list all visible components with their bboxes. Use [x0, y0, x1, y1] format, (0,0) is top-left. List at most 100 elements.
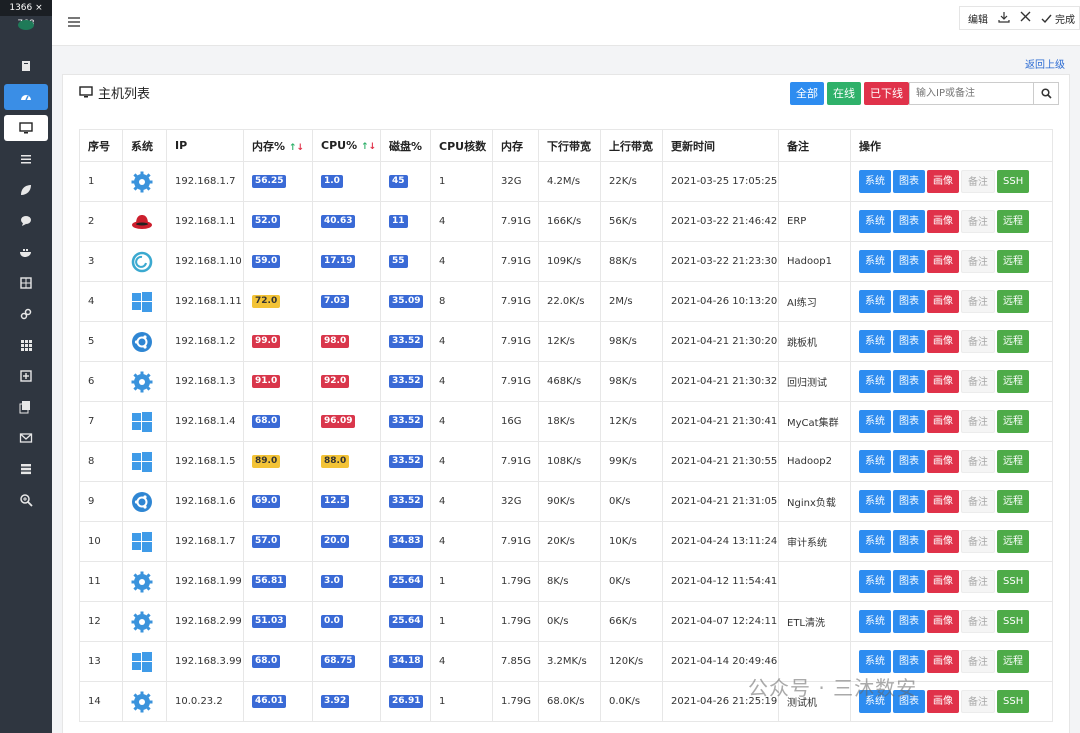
remote-button[interactable]: 远程 [997, 450, 1029, 473]
note-button[interactable]: 备注 [961, 690, 995, 713]
download-icon[interactable] [998, 11, 1010, 26]
filter-online-button[interactable]: 在线 [827, 82, 861, 105]
system-button[interactable]: 系统 [859, 450, 891, 473]
note-button[interactable]: 备注 [961, 530, 995, 553]
note-button[interactable]: 备注 [961, 450, 995, 473]
ssh-button[interactable]: SSH [997, 690, 1030, 713]
system-button[interactable]: 系统 [859, 170, 891, 193]
dashboard-icon[interactable] [4, 84, 48, 110]
image-button[interactable]: 画像 [927, 250, 959, 273]
chart-button[interactable]: 图表 [893, 330, 925, 353]
mail-icon[interactable] [4, 425, 48, 451]
server-icon[interactable] [4, 456, 48, 482]
image-button[interactable]: 画像 [927, 490, 959, 513]
chart-button[interactable]: 图表 [893, 570, 925, 593]
system-button[interactable]: 系统 [859, 210, 891, 233]
sort-down-icon[interactable]: ↓ [368, 142, 376, 152]
image-button[interactable]: 画像 [927, 690, 959, 713]
plus-square-icon[interactable] [4, 363, 48, 389]
system-button[interactable]: 系统 [859, 410, 891, 433]
image-button[interactable]: 画像 [927, 330, 959, 353]
system-button[interactable]: 系统 [859, 530, 891, 553]
remote-button[interactable]: 远程 [997, 250, 1029, 273]
remote-button[interactable]: 远程 [997, 490, 1029, 513]
monitor-icon[interactable] [4, 115, 48, 141]
note-button[interactable]: 备注 [961, 370, 995, 393]
chart-button[interactable]: 图表 [893, 410, 925, 433]
chart-button[interactable]: 图表 [893, 650, 925, 673]
search-input[interactable] [910, 83, 1033, 104]
chart-button[interactable]: 图表 [893, 530, 925, 553]
remote-button[interactable]: 远程 [997, 370, 1029, 393]
note-button[interactable]: 备注 [961, 570, 995, 593]
row-ops: 系统 图表 画像 备注 远程 [850, 401, 1053, 442]
system-button[interactable]: 系统 [859, 370, 891, 393]
close-icon[interactable] [1020, 11, 1031, 25]
copy-icon[interactable] [4, 394, 48, 420]
image-button[interactable]: 画像 [927, 210, 959, 233]
ssh-button[interactable]: SSH [997, 570, 1030, 593]
docker-icon[interactable] [4, 239, 48, 265]
note-button[interactable]: 备注 [961, 210, 995, 233]
book-icon[interactable] [4, 53, 48, 79]
chart-button[interactable]: 图表 [893, 250, 925, 273]
table-icon[interactable] [4, 270, 48, 296]
zoom-in-icon[interactable] [4, 487, 48, 513]
note-button[interactable]: 备注 [961, 170, 995, 193]
chart-button[interactable]: 图表 [893, 490, 925, 513]
menu-toggle-icon[interactable] [68, 17, 80, 27]
leaf-icon[interactable] [4, 177, 48, 203]
system-button[interactable]: 系统 [859, 570, 891, 593]
edit-button[interactable]: 编辑 [968, 11, 988, 26]
remote-button[interactable]: 远程 [997, 410, 1029, 433]
chart-button[interactable]: 图表 [893, 370, 925, 393]
image-button[interactable]: 画像 [927, 370, 959, 393]
chart-button[interactable]: 图表 [893, 170, 925, 193]
image-button[interactable]: 画像 [927, 170, 959, 193]
system-button[interactable]: 系统 [859, 250, 891, 273]
done-button[interactable]: 完成 [1041, 11, 1075, 26]
remote-button[interactable]: 远程 [997, 290, 1029, 313]
system-button[interactable]: 系统 [859, 330, 891, 353]
system-button[interactable]: 系统 [859, 650, 891, 673]
image-button[interactable]: 画像 [927, 650, 959, 673]
image-button[interactable]: 画像 [927, 450, 959, 473]
system-button[interactable]: 系统 [859, 610, 891, 633]
note-button[interactable]: 备注 [961, 330, 995, 353]
search-button[interactable] [1033, 83, 1058, 104]
header-cpu-pct[interactable]: CPU% ↑↓ [312, 129, 381, 162]
remote-button[interactable]: 远程 [997, 330, 1029, 353]
image-button[interactable]: 画像 [927, 610, 959, 633]
note-button[interactable]: 备注 [961, 490, 995, 513]
ssh-button[interactable]: SSH [997, 610, 1030, 633]
back-link[interactable]: 返回上级 [1025, 56, 1065, 71]
chat-icon[interactable] [4, 208, 48, 234]
list-icon[interactable] [4, 146, 48, 172]
system-button[interactable]: 系统 [859, 490, 891, 513]
filter-all-button[interactable]: 全部 [790, 82, 824, 105]
note-button[interactable]: 备注 [961, 250, 995, 273]
chart-button[interactable]: 图表 [893, 450, 925, 473]
link-icon[interactable] [4, 301, 48, 327]
image-button[interactable]: 画像 [927, 570, 959, 593]
done-label: 完成 [1055, 14, 1075, 26]
image-button[interactable]: 画像 [927, 290, 959, 313]
sort-down-icon[interactable]: ↓ [296, 143, 304, 153]
image-button[interactable]: 画像 [927, 410, 959, 433]
grid-icon[interactable] [4, 332, 48, 358]
chart-button[interactable]: 图表 [893, 290, 925, 313]
note-button[interactable]: 备注 [961, 410, 995, 433]
system-button[interactable]: 系统 [859, 290, 891, 313]
note-button[interactable]: 备注 [961, 290, 995, 313]
ssh-button[interactable]: SSH [997, 170, 1030, 193]
image-button[interactable]: 画像 [927, 530, 959, 553]
header-mem-pct[interactable]: 内存% ↑↓ [243, 129, 313, 162]
note-button[interactable]: 备注 [961, 650, 995, 673]
chart-button[interactable]: 图表 [893, 610, 925, 633]
note-button[interactable]: 备注 [961, 610, 995, 633]
filter-offline-button[interactable]: 已下线 [864, 82, 909, 105]
remote-button[interactable]: 远程 [997, 210, 1029, 233]
chart-button[interactable]: 图表 [893, 210, 925, 233]
remote-button[interactable]: 远程 [997, 530, 1029, 553]
remote-button[interactable]: 远程 [997, 650, 1029, 673]
